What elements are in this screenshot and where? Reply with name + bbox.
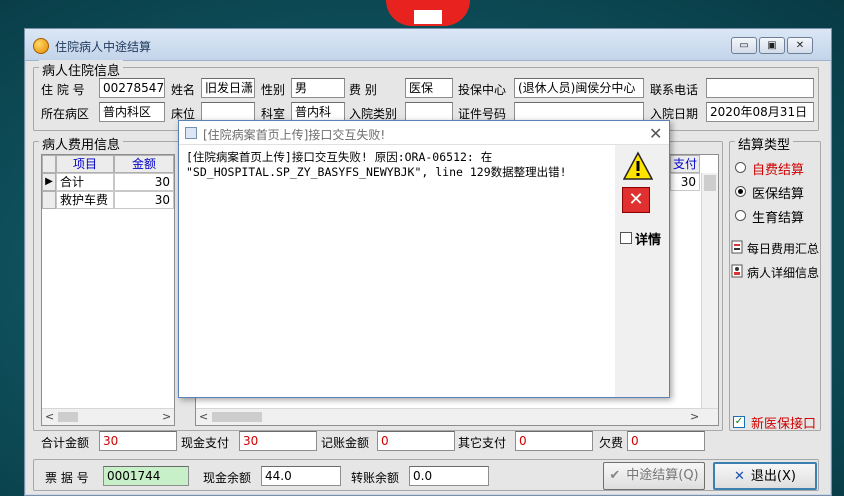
fee-info-legend: 病人费用信息 [39, 134, 124, 153]
fee-type-label: 费 别 [349, 83, 377, 97]
detail-label[interactable]: 详情 [635, 229, 661, 248]
daily-summary-link[interactable]: 每日费用汇总 [747, 240, 819, 257]
fee-type-field[interactable]: 医保 [405, 78, 453, 98]
interim-settle-button[interactable]: ✔ 中途结算(Q) [603, 462, 705, 490]
ward-field[interactable]: 普内科区 [99, 102, 165, 122]
radio-maternity[interactable] [735, 210, 746, 221]
new-insurance-checkbox[interactable]: ✓ [733, 416, 745, 428]
scroll-thumb[interactable] [704, 175, 716, 191]
error-icon: ✕ [622, 187, 650, 213]
table-row-pay[interactable]: 30 [670, 173, 700, 191]
other-paid-label: 其它支付 [458, 436, 507, 450]
transfer-balance-field[interactable]: 0.0 [409, 466, 489, 486]
minimize-button[interactable]: ▭ [731, 37, 757, 54]
patient-detail-icon[interactable] [729, 263, 745, 279]
exit-label: 退出(X) [750, 469, 796, 484]
dialog-message: [住院病案首页上传]接口交互失败! 原因:ORA-06512: 在 "SD_HO… [183, 149, 615, 395]
scroll-thumb[interactable] [58, 412, 78, 422]
sex-label: 性别 [261, 83, 286, 97]
column-header-item[interactable]: 项目 [56, 155, 114, 173]
account-amount-label: 记账金额 [321, 436, 370, 450]
window-title: 住院病人中途结算 [55, 40, 152, 54]
owed-field[interactable]: 0 [627, 431, 705, 451]
scroll-thumb[interactable] [212, 412, 262, 422]
cash-balance-label: 现金余额 [203, 471, 252, 485]
scroll-left-icon[interactable]: < [45, 410, 54, 423]
scroll-right-icon[interactable]: > [162, 410, 171, 423]
self-pay-label[interactable]: 自费结算 [752, 159, 804, 178]
dialog-window-icon [185, 127, 197, 139]
phone-field[interactable] [706, 78, 814, 98]
department-field[interactable]: 普内科 [291, 102, 345, 122]
transfer-balance-label: 转账余额 [351, 471, 400, 485]
row-indicator-icon: ▶ [42, 173, 56, 191]
bed-field[interactable] [201, 102, 255, 122]
fee-grid-hscroll[interactable]: < > [42, 408, 174, 425]
cash-paid-label: 现金支付 [181, 436, 230, 450]
restore-button[interactable]: ▣ [759, 37, 785, 54]
ward-label: 所在病区 [41, 107, 90, 121]
total-amount-field[interactable]: 30 [99, 431, 177, 451]
table-row-amount[interactable]: 30 [114, 191, 174, 209]
scroll-left-icon[interactable]: < [199, 410, 208, 423]
receipt-no-field[interactable]: 0001744 [103, 466, 189, 486]
check-icon: ✔ [609, 468, 621, 483]
insurance-center-label: 投保中心 [458, 83, 507, 97]
desktop-logo [386, 0, 470, 26]
dialog-message-line2: "SD_HOSPITAL.SP_ZY_BASYFS_NEWYBJK", line… [186, 165, 567, 179]
cash-balance-field[interactable]: 44.0 [261, 466, 341, 486]
daily-summary-icon[interactable] [729, 239, 745, 255]
sex-field[interactable]: 男 [291, 78, 345, 98]
column-header-amount[interactable]: 金额 [114, 155, 174, 173]
dialog-side-panel: ✕ 详情 [615, 145, 669, 397]
other-paid-field[interactable]: 0 [515, 431, 593, 451]
admission-type-field[interactable] [405, 102, 453, 122]
dialog-close-icon[interactable]: ✕ [649, 124, 662, 143]
inpatient-no-field[interactable]: 00278547 [99, 78, 165, 98]
scroll-right-icon[interactable]: > [690, 410, 699, 423]
id-no-field[interactable] [514, 102, 644, 122]
detail-grid-vscroll[interactable] [701, 173, 718, 408]
window-titlebar: 住院病人中途结算 ▭ ▣ ✕ [25, 29, 831, 61]
patient-info-legend: 病人住院信息 [39, 60, 124, 79]
name-field[interactable]: 旧发日潇 [201, 78, 255, 98]
new-insurance-label[interactable]: 新医保接口 [751, 413, 816, 432]
phone-label: 联系电话 [650, 83, 699, 97]
dialog-message-line1: [住院病案首页上传]接口交互失败! 原因:ORA-06512: 在 [186, 150, 493, 164]
total-amount-label: 合计金额 [41, 436, 90, 450]
radio-self-pay[interactable] [735, 162, 746, 173]
insurance-label[interactable]: 医保结算 [752, 183, 804, 202]
insurance-center-field[interactable]: (退休人员)闽侯分中心 [514, 78, 644, 98]
interim-settle-label: 中途结算(Q) [626, 468, 699, 483]
radio-insurance[interactable] [735, 186, 746, 197]
settlement-type-legend: 结算类型 [735, 134, 794, 153]
table-row-amount[interactable]: 30 [114, 173, 174, 191]
warning-icon [623, 151, 653, 180]
patient-detail-link[interactable]: 病人详细信息 [747, 264, 819, 281]
x-icon: ✕ [734, 469, 745, 484]
app-icon [33, 38, 49, 54]
detail-checkbox[interactable] [620, 232, 632, 244]
receipt-no-label: 票 据 号 [45, 471, 89, 485]
owed-label: 欠费 [599, 436, 624, 450]
close-button[interactable]: ✕ [787, 37, 813, 54]
dialog-title: [住院病案首页上传]接口交互失败! [203, 128, 386, 142]
detail-grid-hscroll[interactable]: < > [196, 408, 718, 425]
cash-paid-field[interactable]: 30 [239, 431, 317, 451]
column-header-pay[interactable]: 支付 [670, 155, 700, 173]
table-row-item[interactable]: 救护车费 [56, 191, 114, 209]
error-dialog: [住院病案首页上传]接口交互失败! ✕ [住院病案首页上传]接口交互失败! 原因… [178, 120, 670, 398]
dialog-titlebar: [住院病案首页上传]接口交互失败! ✕ [179, 121, 669, 145]
admission-date-field[interactable]: 2020年08月31日 [706, 102, 814, 122]
exit-button[interactable]: ✕ 退出(X) [713, 462, 817, 490]
fee-grid: 项目 金额 ▶ 合计 30 救护车费 30 < > [41, 154, 175, 426]
inpatient-no-label: 住 院 号 [41, 83, 85, 97]
name-label: 姓名 [171, 83, 196, 97]
maternity-label[interactable]: 生育结算 [752, 207, 804, 226]
account-amount-field[interactable]: 0 [377, 431, 455, 451]
table-row-item[interactable]: 合计 [56, 173, 114, 191]
